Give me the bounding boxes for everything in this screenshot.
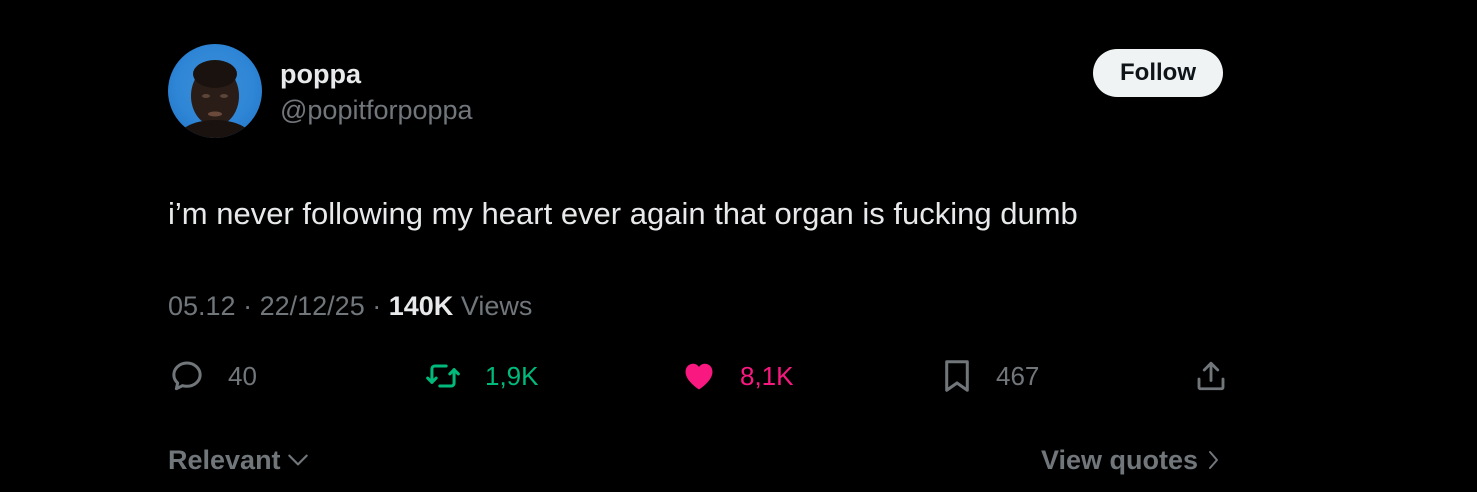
tweet-meta: 05.12 · 22/12/25 · 140K Views (168, 289, 532, 323)
reply-sort-dropdown[interactable]: Relevant (168, 443, 311, 477)
profile-photo-icon (175, 60, 255, 138)
user-handle[interactable]: @popitforpoppa (280, 93, 473, 127)
bookmark-button[interactable]: 467 (940, 356, 1039, 396)
reply-icon (172, 361, 202, 391)
avatar[interactable] (168, 44, 262, 138)
repost-button[interactable]: 1,9K (423, 356, 539, 396)
tweet-time[interactable]: 05.12 (168, 291, 236, 321)
views-label: Views (460, 291, 533, 321)
repost-count: 1,9K (485, 360, 539, 391)
reply-button[interactable]: 40 (168, 356, 257, 396)
like-button[interactable]: 8,1K (680, 356, 794, 396)
share-icon (1197, 361, 1225, 391)
like-count: 8,1K (740, 360, 794, 391)
view-quotes-link[interactable]: View quotes (1041, 443, 1220, 477)
tweet-text: i’m never following my heart ever again … (168, 196, 1078, 231)
chevron-down-icon (287, 454, 308, 466)
display-name[interactable]: poppa (280, 57, 361, 91)
meta-separator: · (243, 291, 253, 321)
tweet-date[interactable]: 22/12/25 (260, 291, 365, 321)
heart-icon (685, 363, 713, 390)
chevron-right-icon (1209, 451, 1219, 469)
bookmark-count: 467 (996, 360, 1040, 391)
bookmark-icon (945, 360, 969, 392)
meta-separator: · (372, 291, 382, 321)
views-count: 140K (388, 291, 454, 321)
tweet-detail: poppa @popitforpoppa Follow i’m never fo… (0, 0, 1477, 492)
view-quotes-label: View quotes (1041, 445, 1199, 475)
reply-count: 40 (228, 360, 257, 391)
follow-button[interactable]: Follow (1093, 49, 1223, 97)
sort-label: Relevant (168, 445, 281, 475)
repost-icon (426, 364, 460, 388)
share-button[interactable] (1193, 356, 1229, 396)
